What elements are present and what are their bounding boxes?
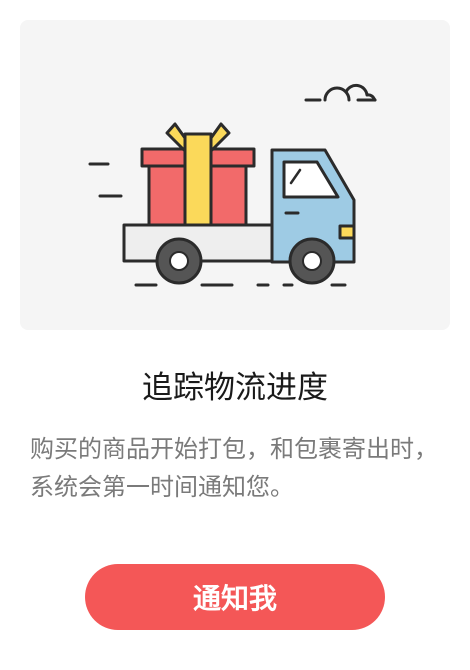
truck-bed <box>122 223 292 263</box>
notify-me-button[interactable]: 通知我 <box>85 564 385 630</box>
speed-lines-icon <box>88 162 123 198</box>
illustration-card <box>20 20 450 330</box>
gift-box-icon <box>140 122 256 228</box>
delivery-truck-gift-icon <box>88 83 377 287</box>
cloud-icon <box>304 83 377 102</box>
wheel-icon <box>155 237 203 285</box>
wheel-icon <box>288 237 336 285</box>
description-text: 购买的商品开始打包，和包裹寄出时，系统会第一时间通知您。 <box>30 435 438 501</box>
page-title: 追踪物流进度 <box>142 370 328 406</box>
